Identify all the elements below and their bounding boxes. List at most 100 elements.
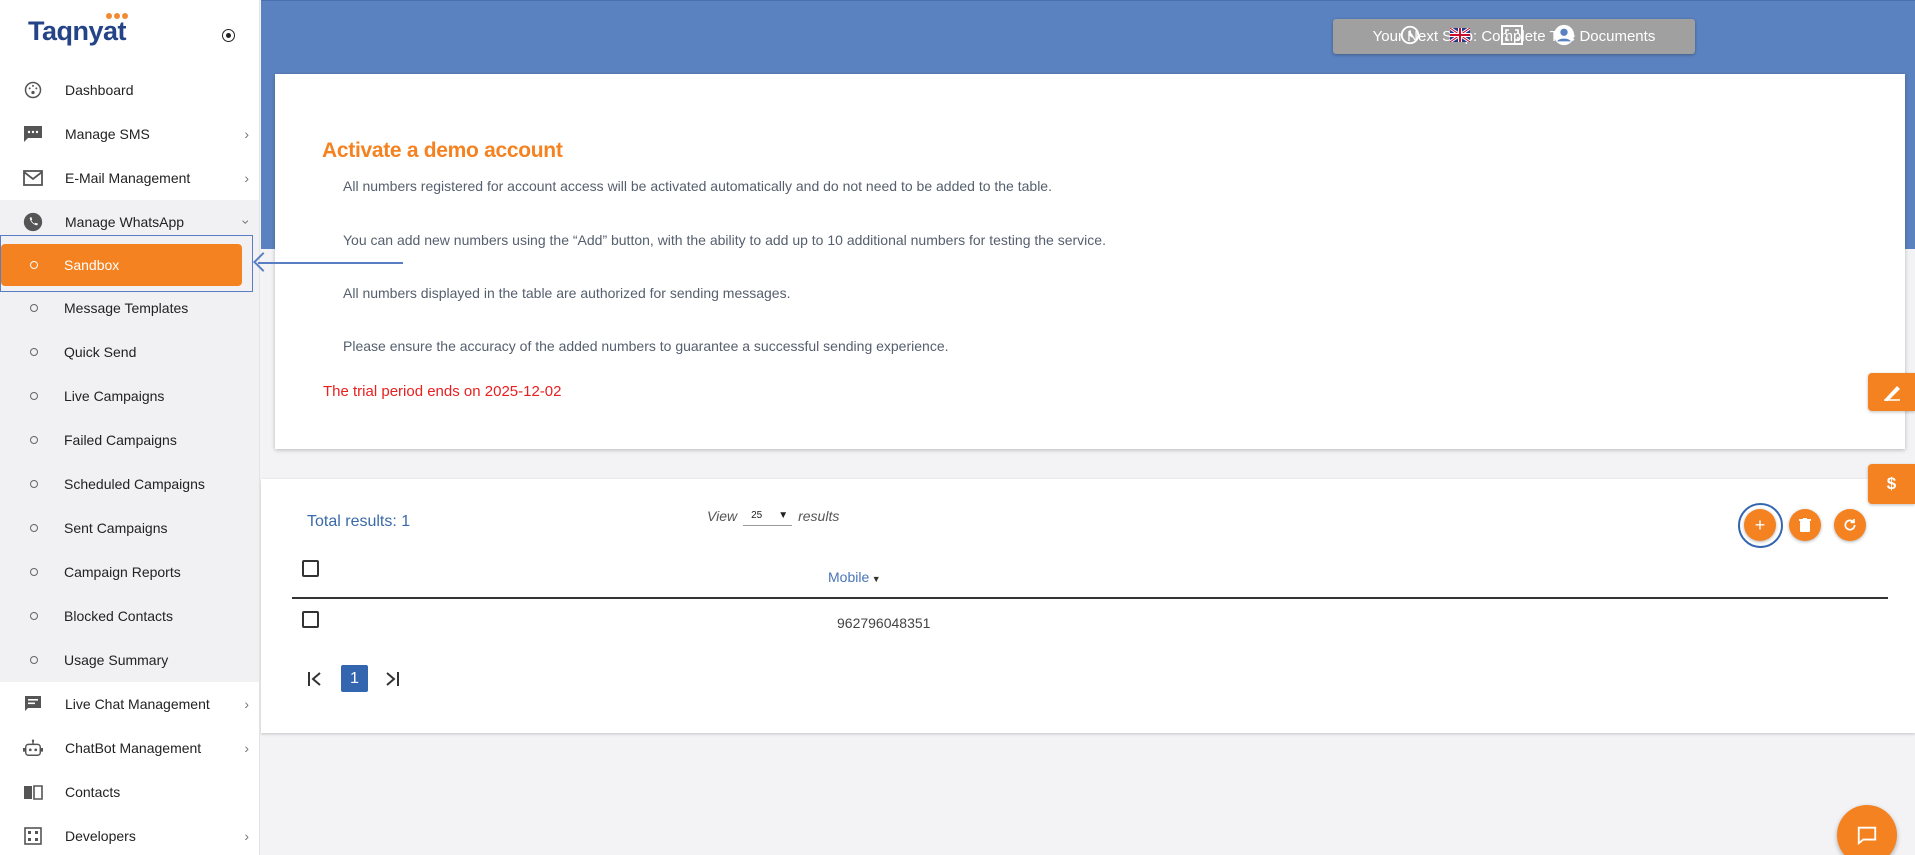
chevron-down-icon: › [238, 219, 255, 225]
sidebar-item-scheduled-campaigns[interactable]: Scheduled Campaigns [0, 462, 259, 506]
bullet-icon [30, 656, 38, 664]
page-size-select[interactable]: 25 ▼ [743, 506, 793, 526]
chevron-right-icon: › [244, 740, 249, 756]
bullet-icon [30, 436, 38, 444]
dollar-icon: $ [1886, 474, 1897, 493]
last-page-icon [386, 671, 399, 686]
account-icon[interactable] [1552, 23, 1576, 47]
sidebar-item-label: Live Chat Management [65, 696, 210, 712]
sidebar-item-blocked-contacts[interactable]: Blocked Contacts [0, 594, 259, 638]
brand: Taqnyat [0, 0, 259, 68]
sidebar-item-developers[interactable]: Developers › [0, 814, 259, 855]
sidebar-item-whatsapp[interactable]: Manage WhatsApp › [0, 200, 259, 244]
info-line: All numbers displayed in the table are a… [343, 285, 791, 301]
sidebar-menu-lower: Live Chat Management › ChatBot Managemen… [0, 682, 259, 855]
column-header-mobile[interactable]: Mobile ▼ [828, 569, 881, 585]
first-page-button[interactable] [306, 665, 326, 692]
sign-tab[interactable] [1868, 373, 1915, 411]
uk-flag-icon[interactable] [1448, 23, 1472, 47]
sidebar-item-quick-send[interactable]: Quick Send [0, 330, 259, 374]
chevron-right-icon: › [244, 170, 249, 186]
sidebar-item-label: Sent Campaigns [64, 520, 168, 536]
card-title: Activate a demo account [322, 139, 563, 162]
refresh-icon [1844, 519, 1856, 531]
sidebar-menu: Dashboard Manage SMS › E-Mail Management… [0, 68, 259, 244]
pricing-tab[interactable]: $ [1868, 464, 1915, 504]
chevron-right-icon: › [244, 828, 249, 844]
history-icon[interactable] [1398, 23, 1422, 47]
dashboard-icon [23, 80, 43, 100]
contacts-book-icon [23, 782, 43, 802]
sidebar-item-label: ChatBot Management [65, 740, 202, 756]
first-page-icon [308, 671, 321, 686]
sidebar-item-label: E-Mail Management [65, 170, 191, 186]
sort-caret-icon: ▼ [869, 574, 881, 584]
bullet-icon [30, 348, 38, 356]
live-chat-button[interactable] [1837, 805, 1897, 855]
chat-bubble-icon [1857, 826, 1877, 846]
sidebar-item-label: Campaign Reports [64, 564, 181, 580]
logo[interactable]: Taqnyat [28, 16, 127, 47]
bullet-icon [30, 261, 38, 269]
refresh-button[interactable] [1834, 509, 1866, 541]
whatsapp-icon [23, 212, 43, 232]
add-button[interactable]: + [1744, 509, 1776, 541]
fullscreen-icon[interactable] [1500, 23, 1524, 47]
whatsapp-submenu: Sandbox Message Templates Quick Send Liv… [0, 244, 259, 682]
bullet-icon [30, 524, 38, 532]
developers-icon [23, 826, 43, 846]
robot-icon [23, 738, 43, 758]
sidebar-item-live-campaigns[interactable]: Live Campaigns [0, 374, 259, 418]
sidebar-item-email[interactable]: E-Mail Management › [0, 156, 259, 200]
page-number-current[interactable]: 1 [341, 665, 368, 692]
logo-dots [106, 13, 128, 19]
chevron-right-icon: › [244, 126, 249, 142]
sidebar-item-label: Live Campaigns [64, 388, 165, 404]
numbers-panel: Total results: 1 View 25 ▼ results + Mob… [261, 479, 1915, 733]
sidebar-item-contacts[interactable]: Contacts [0, 770, 259, 814]
sidebar-item-sent-campaigns[interactable]: Sent Campaigns [0, 506, 259, 550]
delete-button[interactable] [1789, 509, 1821, 541]
sidebar-item-label: Scheduled Campaigns [64, 476, 205, 492]
sidebar-item-live-chat[interactable]: Live Chat Management › [0, 682, 259, 726]
sidebar-item-label: Blocked Contacts [64, 608, 173, 624]
top-bar: Your Next Step: Complete The Documents [261, 0, 1915, 74]
total-results: Total results: 1 [307, 513, 411, 530]
bullet-icon [30, 612, 38, 620]
sidebar-item-label: Failed Campaigns [64, 432, 177, 448]
sidebar-item-manage-sms[interactable]: Manage SMS › [0, 112, 259, 156]
pointer-arrow [258, 262, 403, 264]
select-all-checkbox[interactable] [302, 560, 319, 577]
sidebar-item-label: Manage WhatsApp [65, 214, 185, 230]
bullet-icon [30, 480, 38, 488]
info-line: You can add new numbers using the “Add” … [343, 232, 1106, 248]
page-size-value: 25 [751, 510, 763, 521]
results-label: results [798, 508, 840, 524]
chat-icon [23, 694, 43, 714]
trial-notice: The trial period ends on 2025-12-02 [323, 383, 562, 400]
sidebar-item-label: Quick Send [64, 344, 137, 360]
sidebar-item-chatbot[interactable]: ChatBot Management › [0, 726, 259, 770]
sidebar-item-dashboard[interactable]: Dashboard [0, 68, 259, 112]
sidebar-item-label: Dashboard [65, 82, 134, 98]
sidebar-item-message-templates[interactable]: Message Templates [0, 286, 259, 330]
view-label: View [707, 508, 738, 524]
signature-icon [1883, 386, 1900, 401]
sidebar-item-failed-campaigns[interactable]: Failed Campaigns [0, 418, 259, 462]
page-size-control: View 25 ▼ results [707, 506, 839, 526]
last-page-button[interactable] [381, 665, 401, 692]
sidebar-item-usage-summary[interactable]: Usage Summary [0, 638, 259, 682]
sidebar-item-label: Developers [65, 828, 136, 844]
chevron-down-icon: ▼ [778, 510, 789, 521]
table-cell-mobile: 962796048351 [837, 615, 931, 631]
sidebar-item-campaign-reports[interactable]: Campaign Reports [0, 550, 259, 594]
sidebar-item-label: Message Templates [64, 300, 189, 316]
sidebar-pin-toggle[interactable] [222, 29, 235, 42]
info-line: All numbers registered for account acces… [343, 178, 1052, 194]
plus-icon: + [1754, 514, 1766, 535]
sidebar-item-label: Sandbox [64, 257, 120, 273]
sidebar: Taqnyat Dashboard Manage SMS › E-Mail Ma… [0, 0, 260, 855]
chevron-right-icon: › [244, 696, 249, 712]
row-checkbox[interactable] [302, 611, 319, 628]
sidebar-item-sandbox[interactable]: Sandbox [1, 244, 242, 286]
